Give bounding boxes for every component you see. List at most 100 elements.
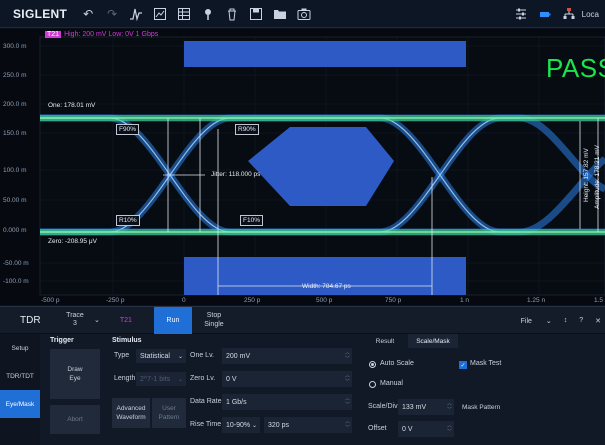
offset-field[interactable]: 0 V ︿ ﹀ [398,421,454,437]
spinner-icon[interactable]: ︿ ﹀ [447,423,452,435]
y-tick: 200.0 m [3,101,27,108]
marker-icon[interactable] [199,5,217,23]
mask-test-checkbox[interactable]: ✓ [459,361,467,369]
screenshot-chart-icon[interactable] [151,5,169,23]
user-pattern-button[interactable]: User Pattern [152,398,186,428]
mask-test-label: Mask Test [470,360,502,367]
trace-selector[interactable]: Trace 3 [60,312,90,328]
zero-lv-label: Zero Lv. [190,375,216,382]
spinner-icon[interactable]: ︿ ﹀ [345,396,350,408]
file-menu[interactable]: File ⌄ [521,317,552,325]
save-icon[interactable] [247,5,265,23]
nav-eye-mask[interactable]: Eye/Mask [0,390,40,418]
toolbar-right: Loca [506,0,605,28]
oscilloscope-app: SIGLENT ↶ ↷ Loca T21 High: 200 mV Low: 0… [0,0,605,445]
y-tick: 50.00 m [3,197,27,204]
chevron-down-icon: ⌄ [177,376,183,383]
folder-open-icon[interactable] [271,5,289,23]
spinner-icon[interactable]: ︿ ﹀ [345,350,350,362]
zero-lv-field[interactable]: 0 V ︿ ﹀ [222,371,352,387]
side-navigation: Setup TDR/TDT Eye/Mask [0,334,40,445]
trace-ref: T21 [119,316,132,324]
advanced-waveform-button[interactable]: Advanced Waveform [112,398,150,428]
y-tick: 300.0 m [3,43,27,50]
auto-scale-label: Auto Scale [380,360,414,367]
draw-label: Draw [67,366,83,373]
stop-single-button[interactable]: Stop Single [196,311,232,329]
chevron-down-icon[interactable]: ⌄ [94,316,100,324]
zero-level-label: Zero: -208.95 μV [48,238,97,245]
tab-result[interactable]: Result [362,334,408,348]
nav-setup[interactable]: Setup [0,334,40,362]
x-tick: 1 n [460,297,470,304]
tdr-tabbar: TDR Trace 3 ⌄ T21 Run Stop Single File ⌄… [0,306,605,334]
user-label: User [162,405,176,412]
delete-icon[interactable] [223,5,241,23]
rise-time-mode-select[interactable]: 10-90% ⌄ [222,417,260,433]
nav-tdr-tdt[interactable]: TDR/TDT [0,362,40,390]
length-label: Length [114,375,136,382]
data-rate-field[interactable]: 1 Gb/s ︿ ﹀ [222,394,352,410]
table-icon[interactable] [175,5,193,23]
scale-div-field[interactable]: 133 mV ︿ ﹀ [398,399,454,415]
amplitude-label: Amplitude: 178.21 mV [594,145,601,209]
x-tick: 1.25 n [527,297,546,304]
type-label: Type [114,352,130,359]
mask-pattern-button[interactable]: Mask Pattern [462,404,500,411]
network-icon[interactable] [560,5,578,23]
length-select[interactable]: 2^7-1 bits ⌄ [136,372,186,386]
undo-icon[interactable]: ↶ [79,5,97,23]
y-tick: 100.0 m [3,167,27,174]
camera-icon[interactable] [295,5,313,23]
x-tick: 500 p [316,297,333,304]
type-select[interactable]: Statistical ⌄ [136,349,186,363]
stop-label: Stop [206,312,222,319]
close-icon[interactable]: ✕ [595,317,601,325]
y-tick: -100.0 m [3,278,29,285]
x-tick: 250 p [244,297,261,304]
marker-r90[interactable]: R90% [235,124,259,135]
scale-div-value: 133 mV [402,403,427,411]
marker-f10[interactable]: F10% [240,215,263,226]
auto-scale-radio[interactable] [369,361,376,368]
abort-button[interactable]: Abort [50,405,100,434]
resize-icon[interactable]: ↕ [564,317,568,324]
manual-radio[interactable] [369,381,376,388]
top-toolbar: SIGLENT ↶ ↷ Loca [0,0,605,28]
rise-time-label: Rise Time [190,421,222,428]
redo-icon[interactable]: ↷ [103,5,121,23]
waveform-icon[interactable] [127,5,145,23]
stimulus-title: Stimulus [112,337,142,344]
eye-diagram-plot[interactable]: T21 High: 200 mV Low: 0V 1 Gbps 300.0 m 2… [0,29,605,305]
one-lv-field[interactable]: 200 mV ︿ ﹀ [222,348,352,364]
y-tick: -50.00 m [3,260,29,267]
file-label: File [520,317,532,325]
spinner-icon[interactable]: ︿ ﹀ [447,401,452,413]
battery-icon [536,5,554,23]
settings-sliders-icon[interactable] [512,5,530,23]
single-label: Single [204,321,224,328]
marker-f90[interactable]: F90% [116,124,139,135]
spinner-icon[interactable]: ︿ ﹀ [345,419,350,431]
x-tick: -500 p [41,297,60,304]
pattern-label: Pattern [158,414,180,421]
y-tick: 0.000 m [3,227,27,234]
run-button[interactable]: Run [153,306,192,334]
rise-time-field[interactable]: 320 ps ︿ ﹀ [264,417,352,433]
local-status: Loca [581,9,599,19]
advanced-label: Advanced [116,405,146,412]
eye-label: Eye [69,375,81,382]
chevron-down-icon: ⌄ [177,353,183,360]
trigger-title: Trigger [50,337,74,344]
one-lv-value: 200 mV [226,352,251,360]
toolbar-icons: ↶ ↷ [73,5,313,23]
help-icon[interactable]: ? [579,317,583,324]
draw-eye-button[interactable]: Draw Eye [50,349,100,399]
type-value: Statistical [140,352,170,360]
spinner-icon[interactable]: ︿ ﹀ [345,373,350,385]
marker-r10[interactable]: R10% [116,215,140,226]
settings-panel: Setup TDR/TDT Eye/Mask Trigger Draw Eye … [0,334,605,445]
tab-scale-mask[interactable]: Scale/Mask [408,334,458,348]
x-tick: 1.5 [594,297,604,304]
x-tick: -250 p [106,297,125,304]
